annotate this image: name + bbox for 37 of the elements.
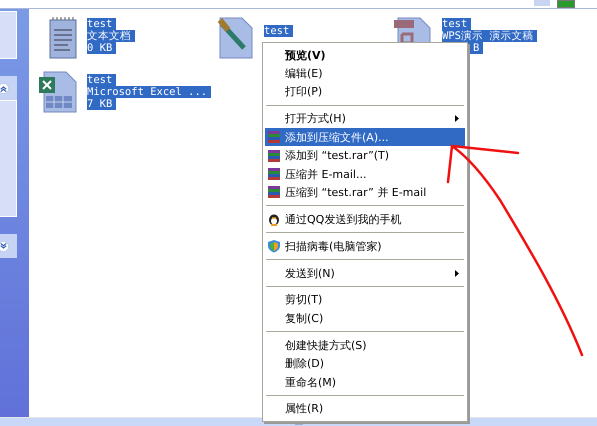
- books-icon: [267, 148, 281, 163]
- books-icon: [267, 130, 281, 144]
- menu-item[interactable]: 重命名(M): [265, 372, 465, 392]
- books-icon: [267, 167, 281, 182]
- menu-item[interactable]: 编辑(E): [265, 64, 465, 83]
- menu-item[interactable]: 发送到(N): [265, 264, 465, 282]
- menu-item[interactable]: 添加到压缩文件(A)...: [265, 128, 465, 146]
- collapse-icon[interactable]: [0, 82, 9, 94]
- file-label[interactable]: WPS演示 演示文稿: [442, 30, 538, 42]
- expand-icon[interactable]: [0, 240, 9, 252]
- books-icon: [267, 185, 281, 200]
- menu-item[interactable]: 创建快捷方式(S): [265, 336, 465, 354]
- penguin-icon: [267, 212, 281, 226]
- file-label[interactable]: 文本文档: [87, 30, 135, 42]
- menu-item[interactable]: 扫描病毒(电脑管家): [265, 237, 465, 256]
- menu-item[interactable]: 压缩并 E-mail...: [265, 164, 465, 184]
- menu-item[interactable]: 打开方式(H): [265, 110, 465, 128]
- shield-icon: [267, 239, 281, 254]
- file-label[interactable]: test: [442, 18, 472, 30]
- menu-item[interactable]: 复制(C): [265, 309, 465, 328]
- file-label[interactable]: test: [87, 18, 116, 30]
- menu-item[interactable]: 剪切(T): [265, 290, 465, 310]
- file-label[interactable]: Microsoft Excel ...: [87, 86, 212, 98]
- file-label[interactable]: test: [87, 74, 116, 86]
- submenu-arrow-icon: [455, 115, 459, 122]
- file-label[interactable]: 7 KB: [87, 98, 116, 110]
- menu-item[interactable]: 删除(D): [265, 354, 465, 373]
- task-panel: [0, 11, 17, 59]
- file-label[interactable]: 0 KB: [87, 42, 116, 54]
- menu-item[interactable]: 预览(V): [265, 46, 465, 64]
- submenu-arrow-icon: [455, 270, 459, 277]
- file-label[interactable]: test: [264, 25, 294, 37]
- menu-item[interactable]: 属性(R): [265, 400, 465, 418]
- menu-item[interactable]: 通过QQ发送到我的手机: [265, 210, 465, 229]
- menu-item[interactable]: 添加到 “test.rar”(T): [265, 146, 465, 165]
- menu-item[interactable]: 压缩到 “test.rar” 并 E-mail: [265, 183, 465, 202]
- menu-item[interactable]: 打印(P): [265, 82, 465, 102]
